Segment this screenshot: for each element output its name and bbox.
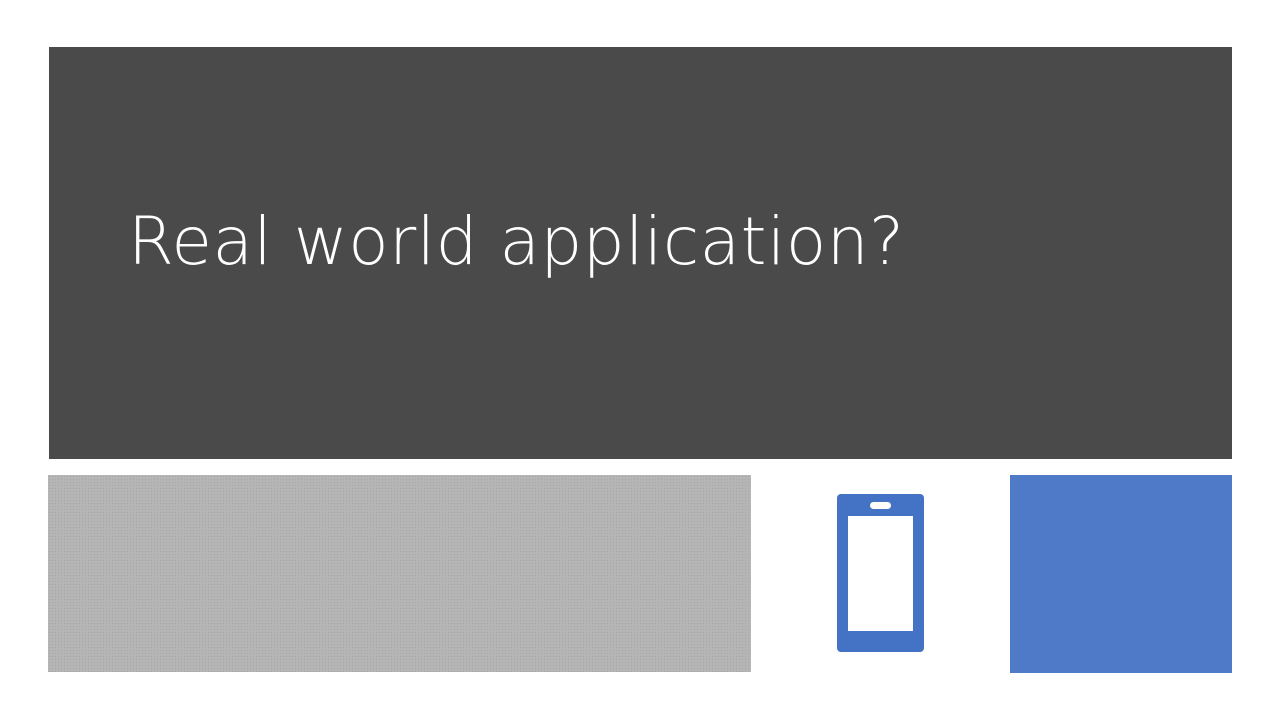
slide: Real world application?	[0, 0, 1280, 720]
slide-title: Real world application?	[128, 203, 905, 280]
gray-texture-block	[48, 475, 751, 672]
title-panel: Real world application?	[49, 47, 1232, 459]
mobile-phone-icon	[837, 494, 924, 652]
blue-accent-block	[1010, 475, 1232, 673]
